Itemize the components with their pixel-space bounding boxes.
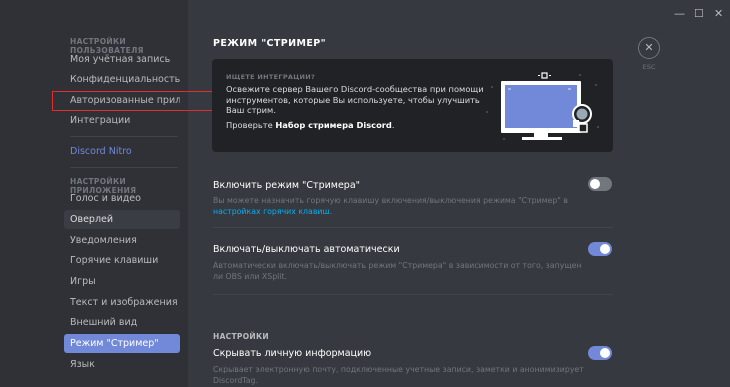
close-icon: ✕ [644, 41, 654, 54]
sidebar-item-games[interactable]: Игры [64, 272, 180, 291]
page-title: РЕЖИМ "СТРИМЕР" [213, 38, 326, 49]
close-settings-button[interactable]: ✕ [638, 37, 660, 59]
sidebar-item-privacy[interactable]: Конфиденциальность ... [64, 70, 180, 89]
streamer-mode-label: Включить режим "Стримера" [213, 180, 361, 191]
sidebar-item-voice-video[interactable]: Голос и видео [64, 189, 180, 208]
row-divider [213, 294, 613, 295]
streamer-kit-link[interactable]: Набор стримера Discord [275, 120, 392, 130]
settings-window: НАСТРОЙКИ ПОЛЬЗОВАТЕЛЯ Моя учётная запис… [0, 0, 730, 387]
row-divider [213, 227, 613, 228]
hide-info-toggle[interactable] [588, 346, 612, 360]
sidebar-item-appearance[interactable]: Внешний вид [64, 313, 180, 332]
sidebar-item-language[interactable]: Язык [64, 355, 180, 374]
toggle-knob [600, 348, 610, 358]
sidebar-item-integrations[interactable]: Интеграции [64, 111, 180, 130]
integrations-promo-card: ИЩЕТЕ ИНТЕГРАЦИИ? Освежите сервер Вашего… [212, 59, 613, 152]
esc-label: ESC [642, 63, 656, 71]
hide-info-description: Скрывает электронную почту, подключенные… [213, 365, 584, 385]
auto-toggle-switch[interactable] [588, 242, 612, 256]
streamer-desc-suffix: . [329, 207, 333, 216]
streamer-desc-prefix: Вы можете назначить горячую клавишу вклю… [213, 196, 568, 205]
sidebar-item-notifications[interactable]: Уведомления [64, 231, 180, 250]
card-link-line: Проверьте Набор стримера Discord. [226, 120, 394, 130]
streamer-mode-toggle[interactable] [588, 177, 612, 191]
auto-toggle-description: Автоматически включать/выключать режим "… [213, 261, 582, 281]
minimize-button[interactable]: — [674, 8, 685, 20]
streamer-mode-description: Вы можете назначить горячую клавишу вклю… [213, 195, 593, 217]
sidebar-item-my-account[interactable]: Моя учётная запись [64, 50, 180, 69]
card-link-suffix: . [391, 120, 395, 130]
sidebar-item-keybinds[interactable]: Горячие клавиши [64, 251, 180, 270]
auto-toggle-label: Включать/выключать автоматически [213, 244, 400, 255]
toggle-knob [600, 244, 610, 254]
settings-sidebar: НАСТРОЙКИ ПОЛЬЗОВАТЕЛЯ Моя учётная запис… [0, 0, 188, 387]
card-header: ИЩЕТЕ ИНТЕГРАЦИИ? [226, 73, 316, 81]
hide-info-label: Скрывать личную информацию [213, 348, 372, 359]
keybinds-settings-link[interactable]: настройках горячих клавиш [213, 207, 330, 216]
maximize-button[interactable]: ☐ [694, 8, 704, 20]
toggle-knob [590, 179, 600, 189]
sidebar-item-streamer-mode[interactable]: Режим "Стример" [64, 334, 180, 353]
settings-content: — ☐ ✕ РЕЖИМ "СТРИМЕР" ✕ ESC ИЩЕТЕ ИНТЕГР… [188, 0, 730, 387]
close-window-button[interactable]: ✕ [714, 8, 723, 20]
sidebar-divider [70, 136, 178, 137]
card-link-prefix: Проверьте [226, 120, 276, 130]
sidebar-divider [70, 167, 178, 168]
sidebar-item-overlay[interactable]: Оверлей [64, 210, 180, 229]
sidebar-item-nitro[interactable]: Discord Nitro [64, 142, 180, 161]
sidebar-item-text-images[interactable]: Текст и изображения [64, 293, 180, 312]
monitor-illustration [486, 72, 599, 140]
settings-section-header: НАСТРОЙКИ [213, 332, 269, 341]
card-description: Освежите сервер Вашего Discord-сообществ… [226, 84, 484, 115]
